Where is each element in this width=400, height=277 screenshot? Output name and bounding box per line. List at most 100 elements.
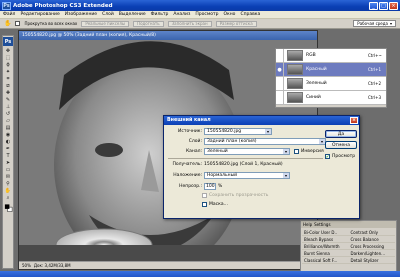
list-item[interactable]: Brilliance/Warmth: [302, 243, 349, 250]
tools-panel: Ps ✥ ⬚ ϕ ✦ ⌗ ⧄ ✚ ✎ ⊥ ↺ ▱ ▤ ◉ ◐ ✒ T ➤ ▭ ✉…: [2, 35, 14, 269]
cancel-button[interactable]: Отмена: [325, 141, 357, 149]
channel-shortcut: Ctrl+3: [368, 95, 382, 100]
preview-checkbox[interactable]: ✔: [325, 154, 330, 159]
eye-icon[interactable]: [276, 91, 284, 104]
menu-window[interactable]: Окно: [223, 12, 235, 17]
list-item[interactable]: Bi-Color User D..: [302, 229, 349, 236]
chevron-down-icon: ▾: [283, 149, 289, 154]
tab-settings[interactable]: Settings: [314, 222, 330, 227]
source-value: 150554820.jpg: [207, 129, 242, 134]
menu-edit[interactable]: Редактирование: [20, 12, 59, 17]
channel-label: Канал:: [185, 149, 202, 154]
healing-tool-icon[interactable]: ✚: [4, 90, 13, 96]
eye-icon[interactable]: [276, 77, 284, 90]
channel-row-blue[interactable]: Синий Ctrl+3: [276, 91, 386, 105]
opacity-unit: %: [218, 184, 223, 189]
dialog-close-button[interactable]: ×: [350, 117, 358, 124]
path-select-tool-icon[interactable]: ➤: [4, 160, 13, 166]
mask-checkbox[interactable]: [202, 202, 207, 207]
blending-select[interactable]: Нормальный ▾: [204, 172, 290, 179]
print-size-button[interactable]: Размер оттиска: [215, 20, 257, 27]
eye-icon[interactable]: [276, 49, 284, 62]
target-value: 150554820.jpg (Слой 1, Красный): [204, 162, 283, 167]
channel-row-red[interactable]: ● Красный Ctrl+1: [276, 63, 386, 77]
eraser-tool-icon[interactable]: ▱: [4, 118, 13, 124]
eye-icon[interactable]: ●: [276, 63, 284, 76]
eyedropper-tool-icon[interactable]: ⚲: [4, 181, 13, 187]
menu-view[interactable]: Просмотр: [195, 12, 218, 17]
layer-select[interactable]: Задний план (копия) ▾: [204, 138, 326, 145]
magic-wand-tool-icon[interactable]: ✦: [4, 69, 13, 75]
preserve-transparency-checkbox[interactable]: [202, 193, 207, 198]
document-info: Док: 3,42M/33,8M: [33, 263, 71, 268]
list-item[interactable]: Detail Stylizer: [348, 257, 395, 264]
tab-help[interactable]: Help: [303, 222, 312, 227]
zoom-tool-icon[interactable]: ⌕: [4, 195, 13, 201]
layer-field: Слой: Задний план (копия) ▾: [168, 138, 326, 145]
fit-screen-button[interactable]: Подогнать: [133, 20, 164, 27]
invert-checkbox[interactable]: [294, 149, 299, 154]
photoshop-badge-icon: Ps: [3, 37, 13, 46]
source-select[interactable]: 150554820.jpg ▾: [204, 128, 272, 135]
menu-analysis[interactable]: Анализ: [173, 12, 190, 17]
list-item[interactable]: Darken/Lighten...: [348, 250, 395, 257]
opacity-input[interactable]: 100: [204, 183, 216, 190]
blur-tool-icon[interactable]: ◉: [4, 132, 13, 138]
channel-row-green[interactable]: Зеленый Ctrl+2: [276, 77, 386, 91]
hand-tool-icon[interactable]: ✋: [4, 188, 13, 194]
list-item[interactable]: Cross Balance: [348, 236, 395, 243]
shape-tool-icon[interactable]: ▭: [4, 167, 13, 173]
taskbar: [0, 271, 400, 277]
chevron-down-icon: ▾: [265, 129, 271, 134]
menu-filter[interactable]: Фильтр: [151, 12, 169, 17]
menu-layer[interactable]: Слой: [102, 12, 114, 17]
menu-bar: Файл Редактирование Изображение Слой Выд…: [0, 11, 400, 19]
chevron-down-icon: ▾: [283, 173, 289, 178]
dialog-title: Внешний канал: [167, 118, 211, 123]
gradient-tool-icon[interactable]: ▤: [4, 125, 13, 131]
list-item[interactable]: Contrast Only: [348, 229, 395, 236]
zoom-level[interactable]: 50%: [22, 263, 31, 268]
actual-pixels-button[interactable]: Реальные пикселы: [81, 20, 130, 27]
menu-help[interactable]: Справка: [240, 12, 260, 17]
stamp-tool-icon[interactable]: ⊥: [4, 104, 13, 110]
invert-label: Инверсия: [301, 149, 324, 154]
channel-row-rgb[interactable]: RGB Ctrl+~: [276, 49, 386, 63]
marquee-tool-icon[interactable]: ⬚: [4, 55, 13, 61]
channel-thumbnail: [287, 64, 303, 75]
fill-screen-button[interactable]: Заполнить экран: [167, 20, 212, 27]
type-tool-icon[interactable]: T: [4, 153, 13, 159]
dialog-title-bar: Внешний канал ×: [164, 116, 359, 125]
workspace-select[interactable]: Рабочая среда ▾: [353, 20, 396, 27]
scroll-all-windows-label: Прокрутка во всех окнах: [24, 21, 78, 26]
list-item[interactable]: Classical Soft F...: [302, 257, 349, 264]
channel-select[interactable]: Зеленый ▾: [204, 148, 290, 155]
menu-file[interactable]: Файл: [3, 12, 15, 17]
menu-select[interactable]: Выделение: [119, 12, 146, 17]
notes-tool-icon[interactable]: ✉: [4, 174, 13, 180]
scroll-all-windows-checkbox[interactable]: [15, 21, 21, 26]
crop-tool-icon[interactable]: ⌗: [4, 76, 13, 82]
list-item[interactable]: Burnt Sienna: [302, 250, 349, 257]
lasso-tool-icon[interactable]: ϕ: [4, 62, 13, 68]
preserve-transparency-label: Сохранить прозрачность: [209, 193, 269, 198]
opacity-label: Непрозр.:: [179, 184, 202, 189]
menu-image[interactable]: Изображение: [65, 12, 97, 17]
minimize-button[interactable]: _: [369, 1, 378, 10]
slice-tool-icon[interactable]: ⧄: [4, 83, 13, 89]
list-item[interactable]: Bleach Bypass: [302, 236, 349, 243]
ok-button[interactable]: Да: [325, 130, 357, 138]
color-swatches-icon[interactable]: [4, 202, 13, 214]
list-item[interactable]: Cross Processing: [348, 243, 395, 250]
dodge-tool-icon[interactable]: ◐: [4, 139, 13, 145]
preserve-transparency-field: Сохранить прозрачность: [202, 193, 268, 198]
channel-thumbnail: [287, 92, 303, 103]
layer-value: Задний план (копия): [207, 139, 257, 144]
preview-label: Просмотр: [332, 154, 356, 159]
pen-tool-icon[interactable]: ✒: [4, 146, 13, 152]
maximize-button[interactable]: □: [379, 1, 388, 10]
history-brush-tool-icon[interactable]: ↺: [4, 111, 13, 117]
move-tool-icon[interactable]: ✥: [4, 48, 13, 54]
close-button[interactable]: ×: [389, 1, 398, 10]
brush-tool-icon[interactable]: ✎: [4, 97, 13, 103]
